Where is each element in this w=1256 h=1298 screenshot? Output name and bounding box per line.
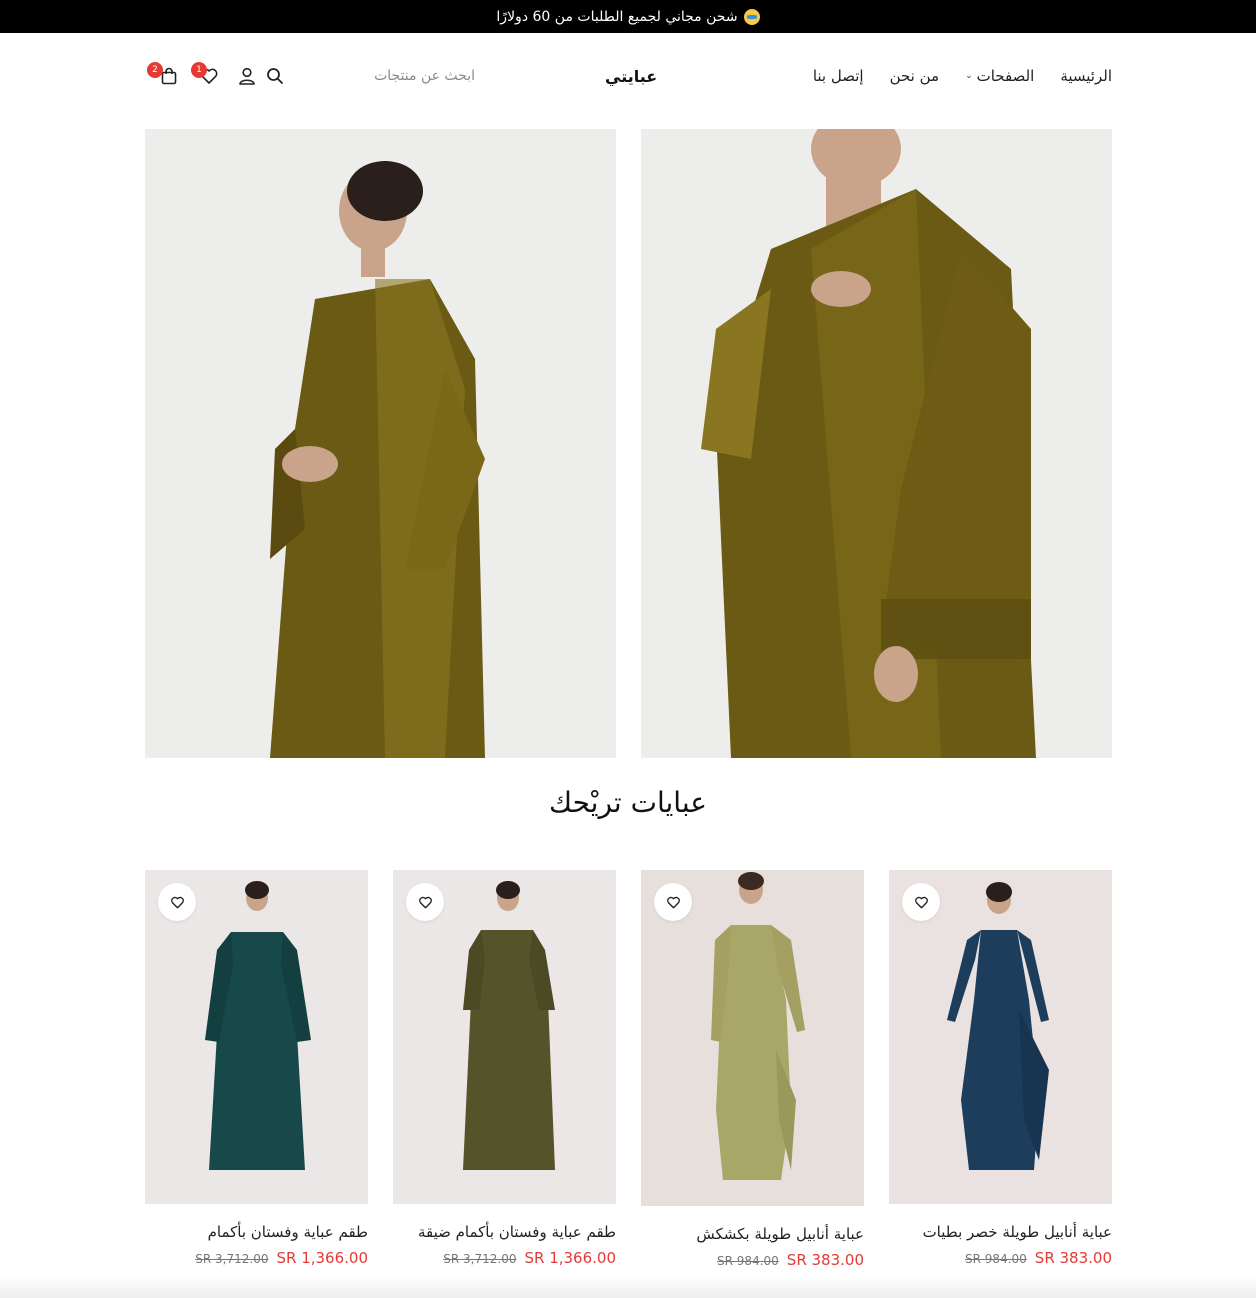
heart-icon	[914, 896, 928, 908]
header-icons: 1 2	[145, 33, 290, 119]
original-price: SR 984.00	[965, 1252, 1027, 1266]
site-logo[interactable]: عبايتي	[605, 33, 657, 119]
chevron-down-icon: ⌄	[965, 71, 973, 81]
add-to-wishlist-button[interactable]	[654, 883, 692, 921]
cart-count-badge: 2	[147, 62, 163, 78]
heart-icon	[170, 896, 184, 908]
product-prices: SR 1,366.00 SR 3,712.00	[393, 1249, 616, 1267]
nav-item-pages[interactable]: الصفحات ⌄	[965, 67, 1034, 85]
nav-item-about[interactable]: من نحن	[890, 67, 940, 85]
add-to-wishlist-button[interactable]	[158, 883, 196, 921]
product-prices: SR 383.00 SR 984.00	[641, 1251, 864, 1269]
product-image[interactable]	[393, 870, 616, 1204]
search-icon[interactable]	[265, 66, 285, 86]
wishlist-button[interactable]: 1	[191, 62, 219, 86]
original-price: SR 3,712.00	[443, 1252, 517, 1266]
page-bottom-edge	[0, 1276, 1256, 1298]
announcement-bar: شحن مجاني لجميع الطلبات من 60 دولارًا	[0, 0, 1256, 33]
product-image[interactable]	[641, 870, 864, 1206]
product-prices: SR 383.00 SR 984.00	[889, 1249, 1112, 1267]
search-input[interactable]	[345, 61, 475, 91]
product-card[interactable]: طقم عباية وفستان بأكمام ضيقة SR 1,366.00…	[393, 870, 616, 1267]
hero-image-right[interactable]	[641, 129, 1112, 758]
product-card[interactable]: طقم عباية وفستان بأكمام SR 1,366.00 SR 3…	[145, 870, 368, 1267]
product-card[interactable]: عباية أنابيل طويلة بكشكش SR 383.00 SR 98…	[641, 870, 864, 1269]
logo-text: عبايتي	[605, 66, 658, 86]
nav-item-contact[interactable]: إتصل بنا	[813, 67, 864, 85]
product-image[interactable]	[889, 870, 1112, 1204]
product-card[interactable]: عباية أنابيل طويلة خصر بطيات SR 383.00 S…	[889, 870, 1112, 1267]
product-image[interactable]	[145, 870, 368, 1204]
smiling-face-emoji-icon	[743, 8, 760, 25]
section-title: عبايات تريْحك	[549, 786, 707, 819]
nav-item-label: إتصل بنا	[812, 67, 864, 85]
add-to-wishlist-button[interactable]	[902, 883, 940, 921]
sale-price: SR 1,366.00	[524, 1249, 616, 1267]
nav-item-label: الرئيسية	[1060, 67, 1112, 85]
nav-item-home[interactable]: الرئيسية	[1060, 67, 1112, 85]
product-prices: SR 1,366.00 SR 3,712.00	[145, 1249, 368, 1267]
heart-icon	[666, 896, 680, 908]
original-price: SR 3,712.00	[195, 1252, 269, 1266]
original-price: SR 984.00	[717, 1254, 779, 1268]
sale-price: SR 383.00	[786, 1251, 864, 1269]
hero-image-left[interactable]	[145, 129, 616, 758]
sale-price: SR 1,366.00	[276, 1249, 368, 1267]
add-to-wishlist-button[interactable]	[406, 883, 444, 921]
user-icon[interactable]	[237, 66, 257, 86]
product-name[interactable]: عباية أنابيل طويلة خصر بطيات	[889, 1223, 1112, 1241]
site-header: الرئيسية الصفحات ⌄ من نحن إتصل بنا عبايتي…	[145, 33, 1112, 119]
heart-icon	[418, 896, 432, 908]
product-name[interactable]: طقم عباية وفستان بأكمام	[145, 1223, 368, 1241]
nav-item-label: الصفحات	[976, 67, 1035, 85]
sale-price: SR 383.00	[1034, 1249, 1112, 1267]
announcement-text: شحن مجاني لجميع الطلبات من 60 دولارًا	[496, 8, 738, 25]
wishlist-count-badge: 1	[191, 62, 207, 78]
product-name[interactable]: طقم عباية وفستان بأكمام ضيقة	[393, 1223, 616, 1241]
cart-button[interactable]: 2	[147, 62, 179, 86]
main-nav: الرئيسية الصفحات ⌄ من نحن إتصل بنا	[813, 33, 1112, 119]
nav-item-label: من نحن	[889, 67, 940, 85]
product-name[interactable]: عباية أنابيل طويلة بكشكش	[641, 1225, 864, 1243]
